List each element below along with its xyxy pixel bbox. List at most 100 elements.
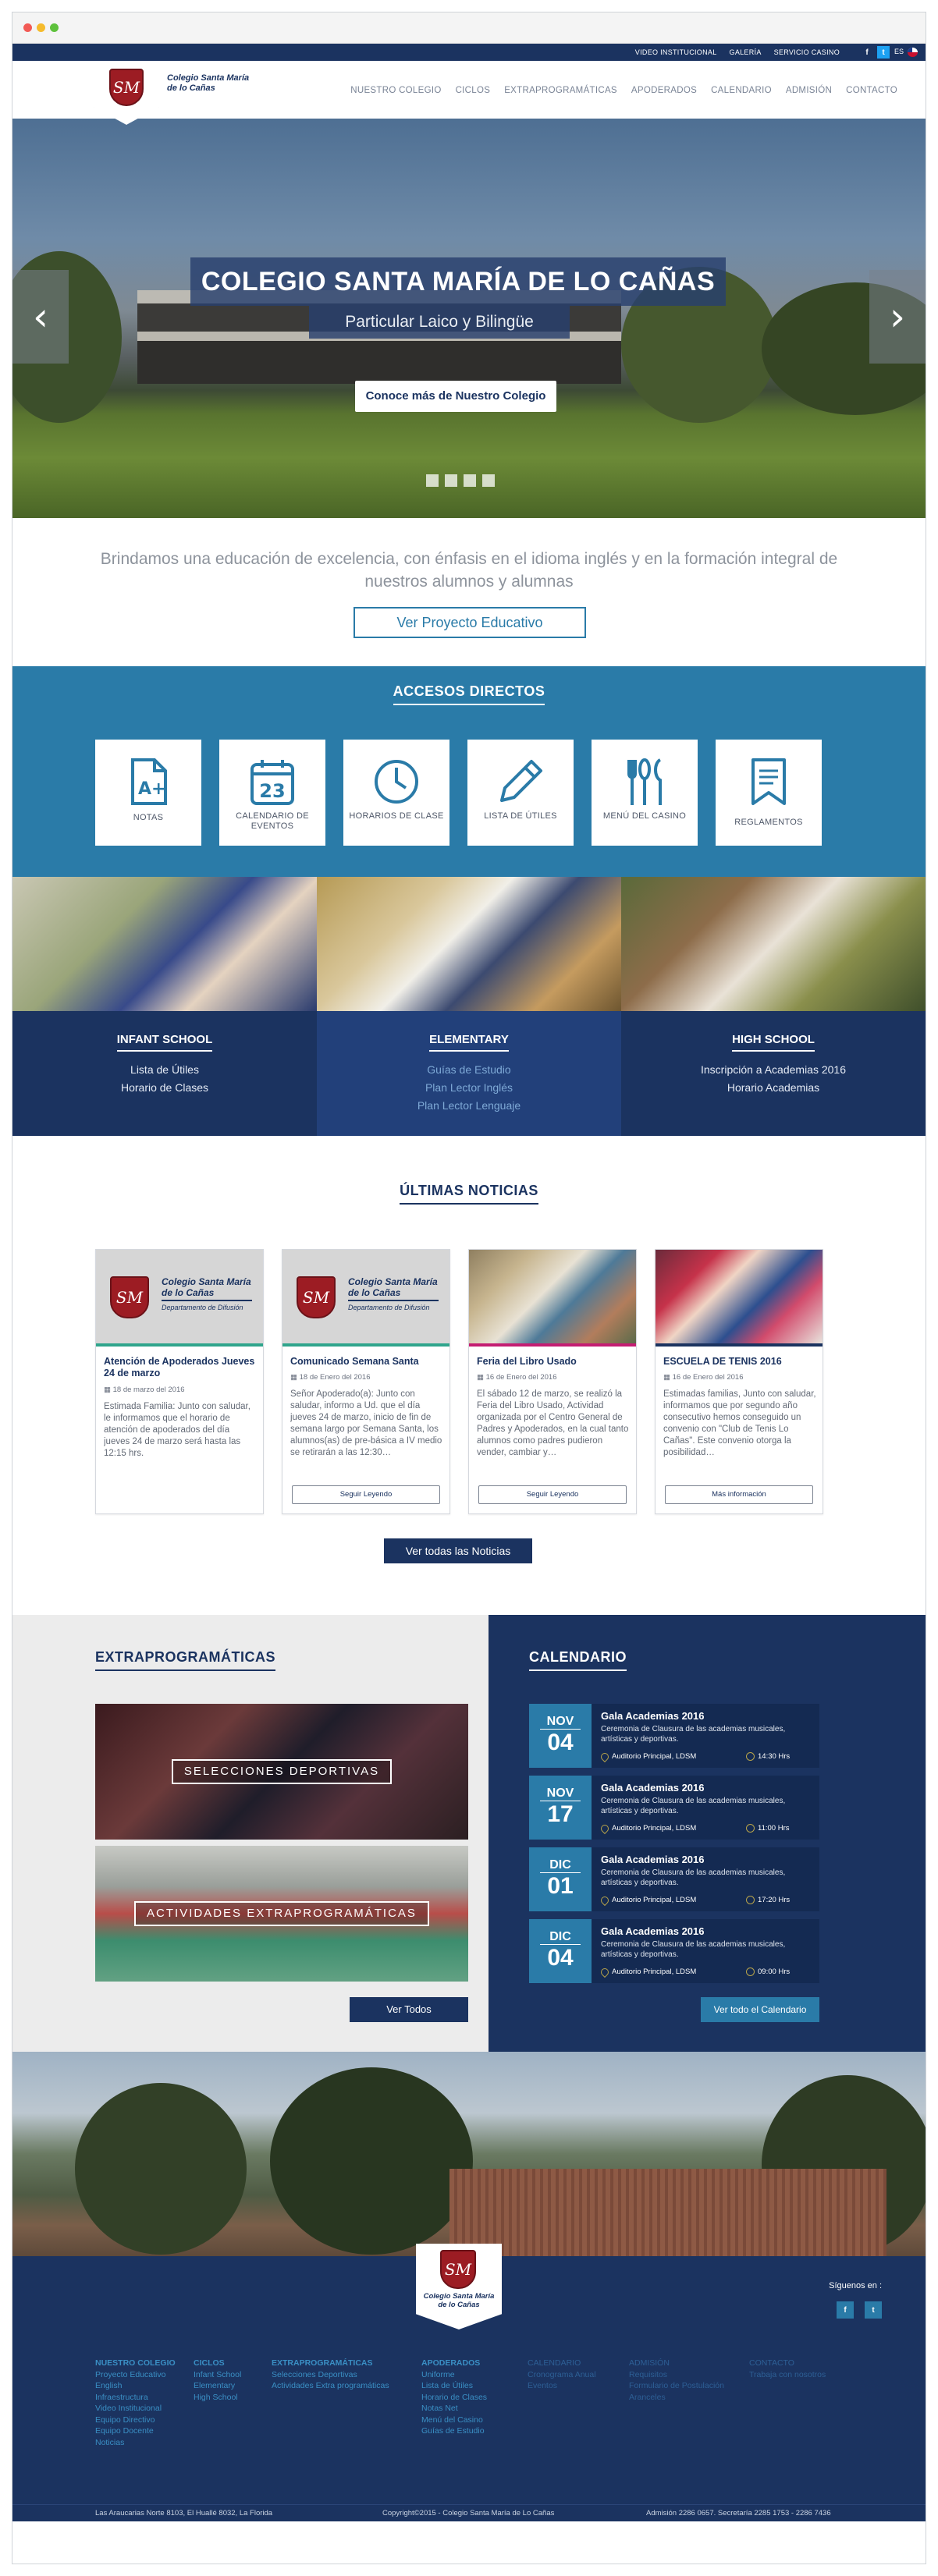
footer-link[interactable]: Equipo Directivo [95, 2415, 176, 2426]
footer-logo[interactable]: SM Colegio Santa María de lo Cañas [416, 2244, 502, 2329]
nav-item-contacto[interactable]: CONTACTO [846, 86, 897, 95]
extra-card-selecciones[interactable]: SELECCIONES DEPORTIVAS [95, 1704, 468, 1840]
slider-dot[interactable] [426, 474, 439, 487]
footer-link[interactable]: Trabaja con nosotros [749, 2369, 826, 2381]
location-pin-icon [599, 1894, 611, 1906]
news-card[interactable]: ESCUELA DE TENIS 2016 ▦ 16 de Enero del … [655, 1249, 823, 1514]
footer-link[interactable]: Actividades Extra programáticas [272, 2380, 389, 2392]
slider-dot[interactable] [482, 474, 495, 487]
footer-link[interactable]: Proyecto Educativo [95, 2369, 176, 2381]
news-title[interactable]: Feria del Libro Usado [477, 1356, 630, 1368]
facebook-icon[interactable]: f [861, 46, 873, 59]
school-link[interactable]: Plan Lector Inglés [317, 1079, 621, 1097]
tile-reglamentos[interactable]: REGLAMENTOS [716, 740, 822, 846]
footer-link[interactable]: Uniforme [421, 2369, 487, 2381]
school-link[interactable]: Plan Lector Lenguaje [317, 1097, 621, 1115]
footer-link[interactable]: Selecciones Deportivas [272, 2369, 389, 2381]
nav-item-ciclos[interactable]: CICLOS [456, 86, 491, 95]
chevron-left-icon[interactable]: ‹ [12, 270, 69, 364]
calendar-section: CALENDARIO NOV 04 Gala Academias 2016 Cer… [489, 1615, 926, 2052]
calendar-event[interactable]: NOV 17 Gala Academias 2016 Ceremonia de C… [529, 1776, 819, 1840]
calendar-event[interactable]: DIC 04 Gala Academias 2016 Ceremonia de C… [529, 1919, 819, 1983]
topbar-link[interactable]: SERVICIO CASINO [774, 48, 840, 56]
footer-link[interactable]: High School [194, 2392, 241, 2404]
footer-link[interactable]: Infraestructura [95, 2392, 176, 2404]
slider-dot[interactable] [464, 474, 476, 487]
extra-card-actividades[interactable]: ACTIVIDADES EXTRAPROGRAMÁTICAS [95, 1846, 468, 1982]
tile-notas[interactable]: A+ NOTAS [95, 740, 201, 846]
shield-logo-icon: SM [109, 69, 144, 106]
news-card[interactable]: Feria del Libro Usado ▦ 16 de Enero del … [468, 1249, 637, 1514]
footer-link[interactable]: Aranceles [629, 2392, 724, 2404]
topbar-link[interactable]: GALERÍA [730, 48, 762, 56]
topbar-link[interactable]: VIDEO INSTITUCIONAL [635, 48, 717, 56]
footer-link[interactable]: ADMISIÓN [629, 2358, 724, 2369]
footer-heading[interactable]: EXTRAPROGRAMÁTICAS [272, 2358, 389, 2369]
tile-horarios[interactable]: HORARIOS DE CLASE [343, 740, 449, 846]
tile-menu-casino[interactable]: MENÚ DEL CASINO [592, 740, 698, 846]
footer-link[interactable]: CONTACTO [749, 2358, 826, 2369]
follow-us: Síguenos en : f t [829, 2281, 882, 2319]
footer-link[interactable]: Eventos [528, 2380, 596, 2392]
tile-label: MENÚ DEL CASINO [602, 811, 687, 821]
footer-link[interactable]: English [95, 2380, 176, 2392]
news-card[interactable]: SM Colegio Santa María de lo Cañas Depart… [95, 1249, 264, 1514]
news-card[interactable]: SM Colegio Santa María de lo Cañas Depart… [282, 1249, 450, 1514]
hero-cta-button[interactable]: Conoce más de Nuestro Colegio [355, 381, 556, 412]
footer-link[interactable]: Guías de Estudio [421, 2425, 487, 2437]
news-photo [656, 1250, 823, 1343]
twitter-icon[interactable]: t [877, 46, 890, 59]
footer-link[interactable]: Infant School [194, 2369, 241, 2381]
news-title[interactable]: Comunicado Semana Santa [290, 1356, 443, 1368]
school-link[interactable]: Lista de Útiles [12, 1061, 317, 1079]
footer-link[interactable]: Requisitos [629, 2369, 724, 2381]
footer-link[interactable]: Lista de Útiles [421, 2380, 487, 2392]
twitter-icon[interactable]: t [865, 2301, 882, 2319]
slider-dot[interactable] [445, 474, 457, 487]
ver-todos-button[interactable]: Ver Todos [350, 1997, 468, 2022]
footer-link[interactable]: Menú del Casino [421, 2415, 487, 2426]
close-dot[interactable] [23, 23, 32, 32]
news-title[interactable]: Atención de Apoderados Jueves 24 de marz… [104, 1356, 257, 1379]
footer-link[interactable]: Formulario de Postulación [629, 2380, 724, 2392]
nav-item-apoderados[interactable]: APODERADOS [631, 86, 697, 95]
chevron-right-icon[interactable]: › [869, 270, 926, 364]
minimize-dot[interactable] [37, 23, 45, 32]
read-more-button[interactable]: Seguir Leyendo [292, 1485, 440, 1504]
footer-heading[interactable]: NUESTRO COLEGIO [95, 2358, 176, 2369]
read-more-button[interactable]: Seguir Leyendo [478, 1485, 627, 1504]
nav-item-admision[interactable]: ADMISIÓN [786, 86, 832, 95]
footer-heading[interactable]: APODERADOS [421, 2358, 487, 2369]
calendar-event[interactable]: DIC 01 Gala Academias 2016 Ceremonia de C… [529, 1847, 819, 1911]
tile-calendario[interactable]: 23 CALENDARIO DE EVENTOS [219, 740, 325, 846]
more-info-button[interactable]: Más información [665, 1485, 813, 1504]
footer-link[interactable]: Equipo Docente [95, 2425, 176, 2437]
school-link[interactable]: Inscripción a Academias 2016 [621, 1061, 926, 1079]
calendar-event[interactable]: NOV 04 Gala Academias 2016 Ceremonia de C… [529, 1704, 819, 1768]
maximize-dot[interactable] [50, 23, 59, 32]
ver-proyecto-button[interactable]: Ver Proyecto Educativo [354, 607, 586, 638]
footer-link[interactable]: Video Institucional [95, 2403, 176, 2415]
all-news-button[interactable]: Ver todas las Noticias [384, 1538, 532, 1563]
chile-flag-icon[interactable] [908, 48, 918, 57]
footer-link[interactable]: Cronograma Anual [528, 2369, 596, 2381]
footer-link[interactable]: Horario de Clases [421, 2392, 487, 2404]
footer-link[interactable]: Notas Net [421, 2403, 487, 2415]
school-link[interactable]: Guías de Estudio [317, 1061, 621, 1079]
tile-lista-utiles[interactable]: LISTA DE ÚTILES [467, 740, 574, 846]
school-link[interactable]: Horario Academias [621, 1079, 926, 1097]
footer-link[interactable]: CALENDARIO [528, 2358, 596, 2369]
shield-logo-icon: SM [297, 1276, 336, 1318]
full-calendar-button[interactable]: Ver todo el Calendario [701, 1997, 819, 2022]
school-link[interactable]: Horario de Clases [12, 1079, 317, 1097]
nav-item-calendario[interactable]: CALENDARIO [711, 86, 772, 95]
news-title[interactable]: ESCUELA DE TENIS 2016 [663, 1356, 816, 1368]
nav-item-extraprogramaticas[interactable]: EXTRAPROGRAMÁTICAS [504, 86, 617, 95]
site-name[interactable]: Colegio Santa María de lo Cañas [167, 73, 268, 94]
footer-link[interactable]: Noticias [95, 2437, 176, 2449]
footer-link[interactable]: Elementary [194, 2380, 241, 2392]
footer-heading[interactable]: CICLOS [194, 2358, 241, 2369]
language-selector[interactable]: ES [894, 48, 904, 55]
nav-item-nuestro-colegio[interactable]: NUESTRO COLEGIO [350, 86, 441, 95]
facebook-icon[interactable]: f [837, 2301, 854, 2319]
